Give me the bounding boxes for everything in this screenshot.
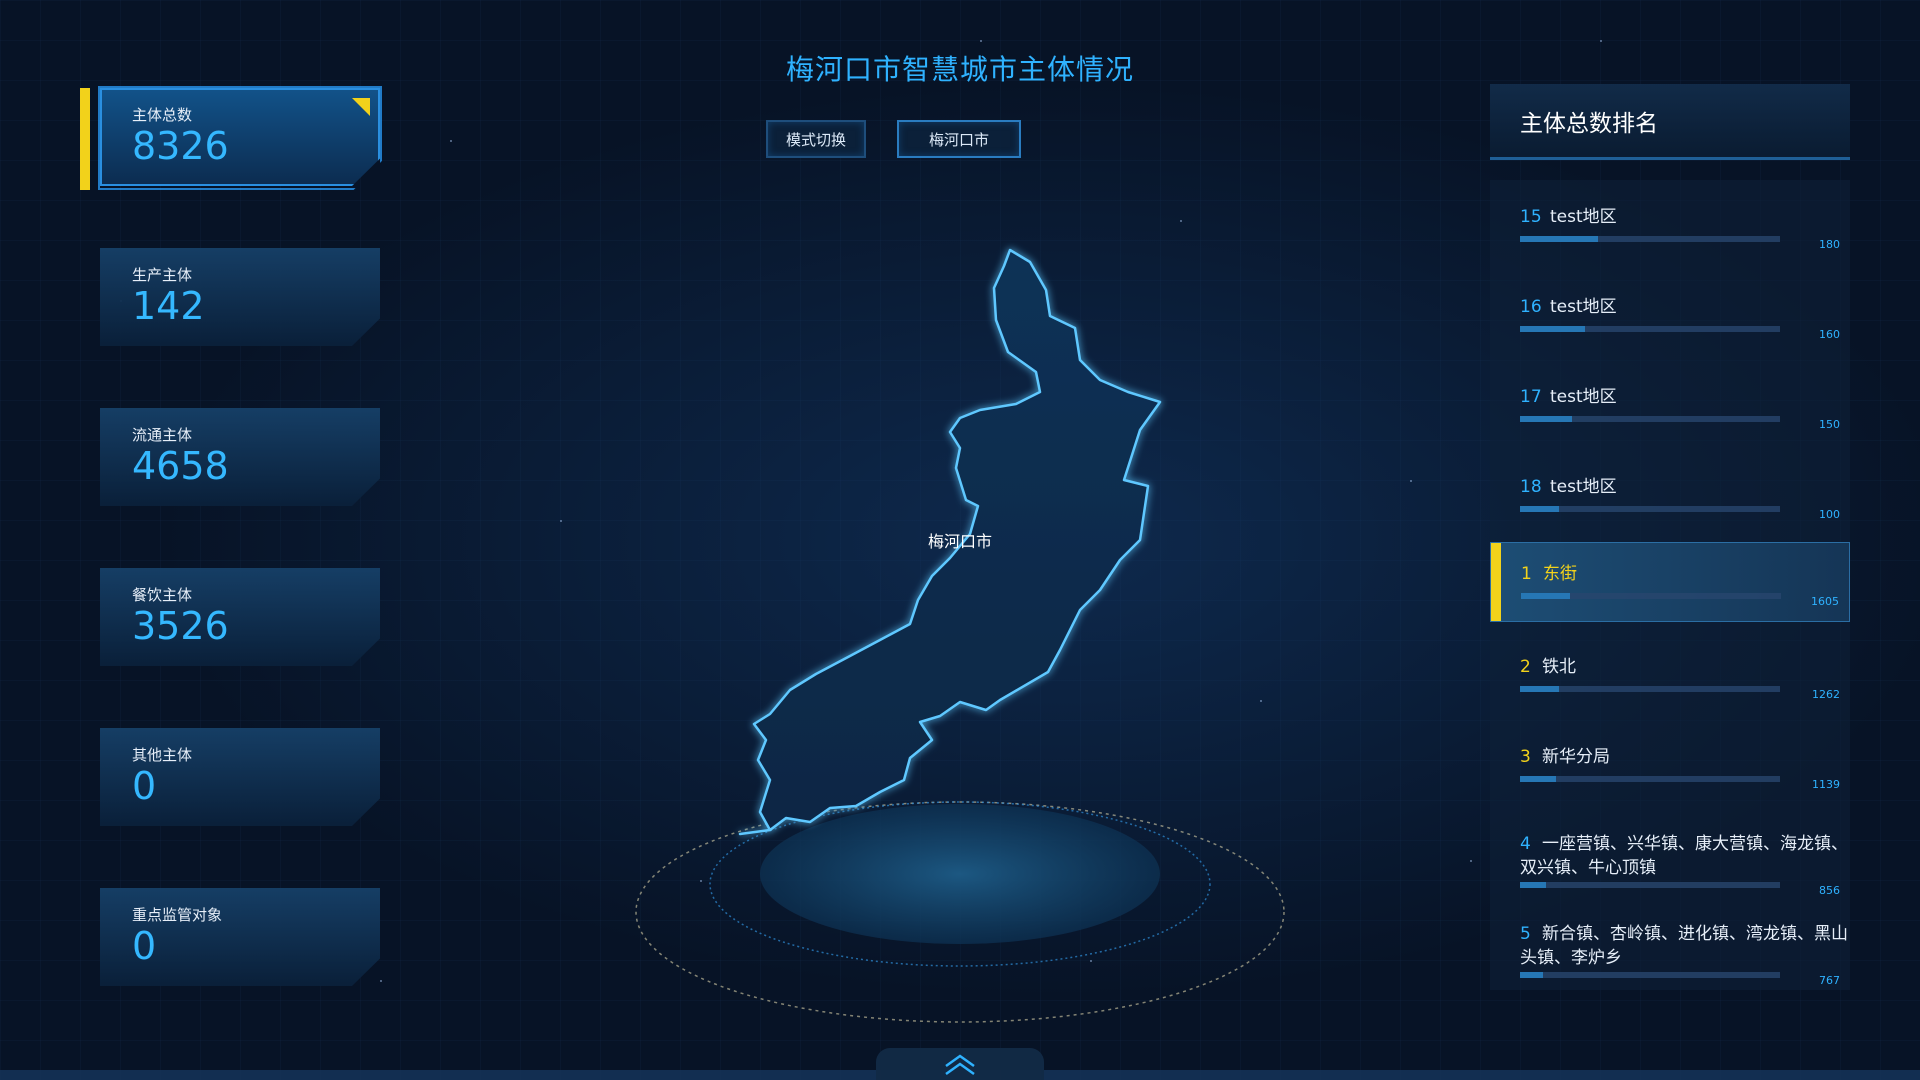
rank-bar-fill [1520, 686, 1559, 692]
chevron-up-double-icon [945, 1054, 975, 1076]
rank-number: 2 [1520, 657, 1531, 677]
rank-bar [1520, 326, 1780, 332]
page-title: 梅河口市智慧城市主体情况 [785, 53, 1134, 86]
rank-value: 1605 [1811, 595, 1839, 608]
stat-value: 142 [132, 284, 205, 328]
stat-value: 8326 [132, 124, 229, 168]
rank-number: 17 [1520, 387, 1542, 407]
rank-bar [1520, 972, 1780, 978]
stat-label: 流通主体 [132, 426, 193, 444]
rank-bar [1520, 776, 1780, 782]
rank-number: 18 [1520, 477, 1542, 497]
rank-bar [1521, 593, 1781, 599]
active-card-indicator [80, 88, 90, 190]
pedestal [760, 804, 1160, 944]
list-item[interactable]: 2 铁北 1262 [1490, 630, 1850, 720]
expand-panel-button[interactable] [876, 1048, 1044, 1080]
rank-bar [1520, 506, 1780, 512]
list-item[interactable]: 16 test地区 160 [1490, 270, 1850, 360]
rank-value: 150 [1819, 418, 1840, 431]
rank-value: 160 [1819, 328, 1840, 341]
list-item[interactable]: 4 一座营镇、兴华镇、康大营镇、海龙镇、双兴镇、牛心顶镇 856 [1490, 810, 1850, 900]
rank-value: 1262 [1812, 688, 1840, 701]
list-item[interactable]: 3 新华分局 1139 [1490, 720, 1850, 810]
rank-number: 5 [1520, 924, 1531, 944]
rank-value: 100 [1819, 508, 1840, 521]
ranking-list[interactable]: 15 test地区 180 16 test地区 160 17 test地区 150 1… [1490, 180, 1850, 990]
map-region-label[interactable]: 梅河口市 [928, 528, 992, 552]
stat-card-catering[interactable]: 餐饮主体 3526 [100, 568, 380, 666]
rank-value: 180 [1819, 238, 1840, 251]
stat-card-total[interactable]: 主体总数 8326 [100, 88, 380, 186]
stat-label: 重点监管对象 [132, 906, 223, 924]
list-item[interactable]: 17 test地区 150 [1490, 360, 1850, 450]
rank-name: 新华分局 [1542, 747, 1610, 767]
list-item[interactable]: 15 test地区 180 [1490, 180, 1850, 270]
stat-card-other[interactable]: 其他主体 0 [100, 728, 380, 826]
inner-ring [709, 801, 1211, 967]
rank-name: 铁北 [1542, 657, 1576, 677]
rank-value: 767 [1819, 974, 1840, 987]
stat-value: 0 [132, 924, 157, 968]
rank-bar-fill [1520, 236, 1598, 242]
ranking-panel-title: 主体总数排名 [1520, 111, 1658, 137]
city-select-button[interactable]: 梅河口市 [897, 120, 1021, 158]
rank-bar-fill [1520, 776, 1557, 782]
rank-name: 东街 [1543, 564, 1577, 584]
rank-bar-fill [1521, 593, 1571, 599]
rank-name: 新合镇、杏岭镇、进化镇、湾龙镇、黑山头镇、李炉乡 [1520, 924, 1848, 968]
list-item[interactable]: 18 test地区 100 [1490, 450, 1850, 540]
list-item[interactable]: 5 新合镇、杏岭镇、进化镇、湾龙镇、黑山头镇、李炉乡 767 [1490, 900, 1850, 990]
rank-bar-fill [1520, 416, 1572, 422]
outer-ring [635, 801, 1285, 1023]
rank-number: 1 [1521, 564, 1532, 584]
rank-number: 4 [1520, 834, 1531, 854]
stat-value: 0 [132, 764, 157, 808]
stat-label: 生产主体 [132, 266, 193, 284]
stat-value: 4658 [132, 444, 229, 488]
stat-card-production[interactable]: 生产主体 142 [100, 248, 380, 346]
ranking-panel: 主体总数排名 15 test地区 180 16 test地区 160 17 test地… [1490, 84, 1850, 990]
rank-bar-fill [1520, 506, 1559, 512]
stat-card-circulation[interactable]: 流通主体 4658 [100, 408, 380, 506]
rank-bar [1520, 416, 1780, 422]
rank-bar [1520, 236, 1780, 242]
rank-value: 856 [1819, 884, 1840, 897]
rank-bar-fill [1520, 882, 1546, 888]
stat-card-key-supervision[interactable]: 重点监管对象 0 [100, 888, 380, 986]
rank-name: 一座营镇、兴华镇、康大营镇、海龙镇、双兴镇、牛心顶镇 [1520, 834, 1848, 878]
stat-label: 其他主体 [132, 746, 193, 764]
selected-indicator [1491, 543, 1501, 621]
stat-value: 3526 [132, 604, 229, 648]
list-item-selected[interactable]: 1 东街 1605 [1490, 542, 1850, 622]
stat-label: 餐饮主体 [132, 586, 193, 604]
ranking-panel-header: 主体总数排名 [1490, 84, 1850, 160]
rank-name: test地区 [1550, 387, 1617, 407]
mode-switch-button[interactable]: 模式切换 [766, 120, 866, 158]
rank-number: 15 [1520, 207, 1542, 227]
rank-number: 3 [1520, 747, 1531, 767]
stat-label: 主体总数 [132, 106, 193, 124]
rank-name: test地区 [1550, 207, 1617, 227]
rank-value: 1139 [1812, 778, 1840, 791]
dashboard-stage: 梅河口市智慧城市主体情况 模式切换 梅河口市 主体总数 8326 生产主体 14… [0, 0, 1920, 1080]
rank-bar-fill [1520, 972, 1544, 978]
rank-name: test地区 [1550, 477, 1617, 497]
rank-bar [1520, 882, 1780, 888]
rank-bar [1520, 686, 1780, 692]
rank-number: 16 [1520, 297, 1542, 317]
rank-name: test地区 [1550, 297, 1617, 317]
rank-bar-fill [1520, 326, 1585, 332]
corner-triangle-icon [352, 98, 370, 116]
